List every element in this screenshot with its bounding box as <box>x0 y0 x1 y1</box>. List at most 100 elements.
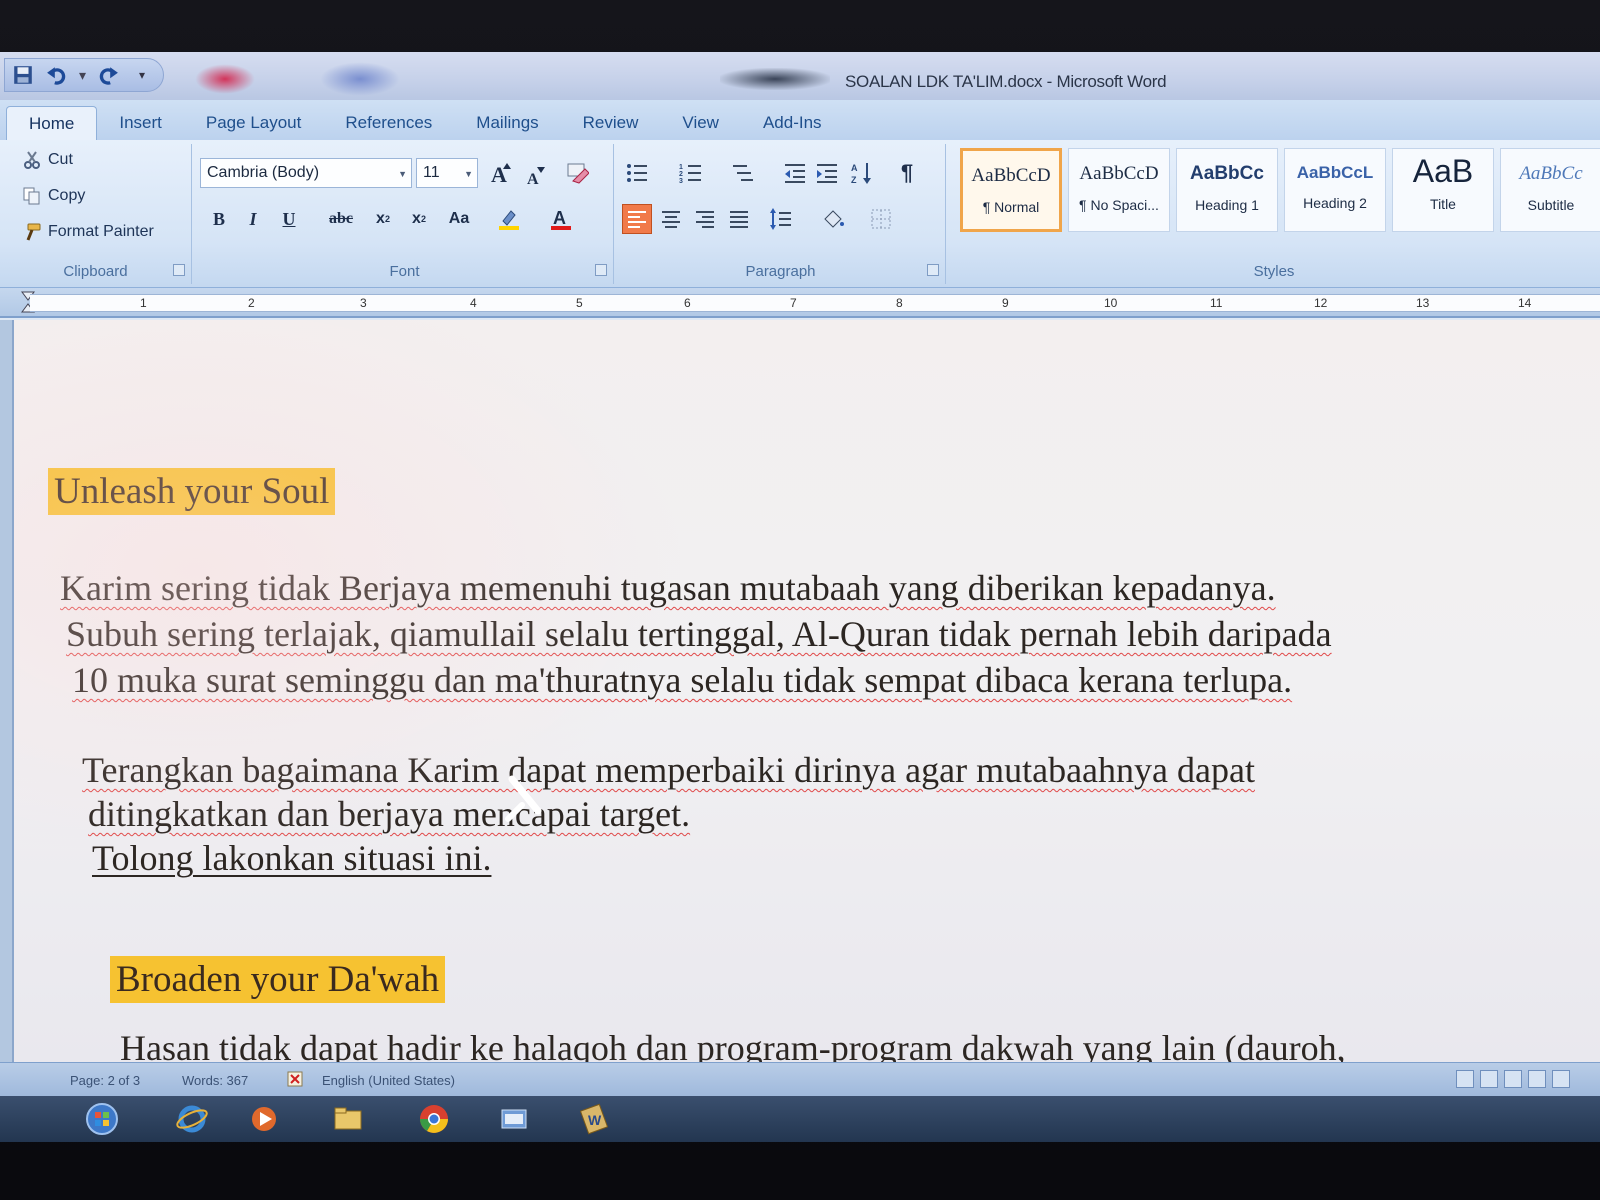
change-case-button[interactable]: Aa <box>444 204 474 234</box>
tab-add-ins[interactable]: Add-Ins <box>741 106 844 140</box>
ruler-number: 4 <box>470 296 477 310</box>
clipboard-dialog-launcher[interactable] <box>173 264 185 276</box>
strikethrough-button[interactable]: abc <box>326 204 356 234</box>
print-layout-view-button[interactable] <box>1456 1070 1474 1088</box>
outline-view-button[interactable] <box>1528 1070 1546 1088</box>
font-color-button[interactable]: A <box>546 204 576 234</box>
web-layout-view-button[interactable] <box>1504 1070 1522 1088</box>
chrome-icon <box>420 1105 448 1133</box>
cut-button[interactable]: Cut <box>22 150 73 170</box>
cut-label: Cut <box>48 151 73 168</box>
ruler-number: 10 <box>1104 296 1118 310</box>
taskbar-explorer[interactable] <box>318 1100 378 1138</box>
font-dialog-launcher[interactable] <box>595 264 607 276</box>
bold-button[interactable]: B <box>204 204 234 234</box>
taskbar-media-player[interactable] <box>234 1100 294 1138</box>
tab-mailings[interactable]: Mailings <box>454 106 560 140</box>
shading-button[interactable] <box>818 204 848 234</box>
copy-button[interactable]: Copy <box>22 186 85 206</box>
taskbar-word[interactable]: W <box>564 1100 624 1138</box>
multilevel-list-button[interactable] <box>728 158 758 188</box>
document-page[interactable]: Unleash your Soul Karim sering tidak Ber… <box>12 320 1600 1062</box>
document-area: Unleash your Soul Karim sering tidak Ber… <box>0 320 1600 1062</box>
redo-icon[interactable] <box>96 63 120 87</box>
styles-group-label: Styles <box>1253 263 1295 280</box>
draft-view-button[interactable] <box>1552 1070 1570 1088</box>
superscript-button[interactable]: x2 <box>404 204 434 234</box>
format-painter-icon <box>26 223 41 241</box>
proofing-error-icon[interactable] <box>287 1071 303 1087</box>
tab-page-layout[interactable]: Page Layout <box>184 106 323 140</box>
line-spacing-button[interactable] <box>766 204 796 234</box>
align-right-icon <box>696 211 714 228</box>
status-language[interactable]: English (United States) <box>322 1073 455 1088</box>
status-word-count[interactable]: Words: 367 <box>182 1073 248 1088</box>
taskbar-ie[interactable] <box>162 1100 222 1138</box>
full-screen-reading-view-button[interactable] <box>1480 1070 1498 1088</box>
style-heading-2[interactable]: AaBbCcL Heading 2 <box>1284 148 1386 232</box>
quick-access-toolbar: ▾ ▾ <box>4 58 164 92</box>
tab-view[interactable]: View <box>660 106 741 140</box>
copy-label: Copy <box>48 187 86 204</box>
customize-toolbar-icon[interactable]: ▾ <box>130 63 154 87</box>
undo-icon[interactable] <box>45 63 69 87</box>
decrease-indent-icon <box>785 164 805 183</box>
undo-dropdown-icon[interactable]: ▾ <box>79 67 86 84</box>
instruction-line: Tolong lakonkan situasi ini. <box>92 838 492 878</box>
borders-button[interactable] <box>866 204 896 234</box>
shrink-font-button[interactable]: A <box>520 160 550 190</box>
ruler-number: 1 <box>140 296 147 310</box>
justify-button[interactable] <box>724 204 754 234</box>
font-size-combobox[interactable]: 11 ▼ <box>416 158 478 188</box>
ruler-number: 14 <box>1518 296 1532 310</box>
view-buttons <box>1456 1070 1570 1088</box>
tab-insert[interactable]: Insert <box>97 106 184 140</box>
decorative-glow <box>720 68 830 90</box>
windows-orb-icon <box>86 1103 118 1135</box>
decrease-indent-button[interactable] <box>780 158 810 188</box>
style-title[interactable]: AaB Title <box>1392 148 1494 232</box>
save-icon[interactable] <box>11 63 35 87</box>
highlight-color-button[interactable] <box>494 204 524 234</box>
tab-references[interactable]: References <box>323 106 454 140</box>
bullets-button[interactable] <box>622 158 652 188</box>
font-name-combobox[interactable]: Cambria (Body) ▼ <box>200 158 412 188</box>
numbering-button[interactable]: 123 <box>676 158 706 188</box>
style-normal[interactable]: AaBbCcD ¶ Normal <box>960 148 1062 232</box>
status-page[interactable]: Page: 2 of 3 <box>70 1073 140 1088</box>
increase-indent-button[interactable] <box>812 158 842 188</box>
paragraph-dialog-launcher[interactable] <box>927 264 939 276</box>
paragraph-group-label: Paragraph <box>745 263 816 280</box>
style-sample: AaBbCc <box>1190 163 1264 184</box>
align-right-button[interactable] <box>690 204 720 234</box>
underline-button[interactable]: U <box>274 204 304 234</box>
style-subtitle[interactable]: AaBbCc Subtitle <box>1500 148 1600 232</box>
subscript-button[interactable]: x2 <box>368 204 398 234</box>
style-heading-1[interactable]: AaBbCc Heading 1 <box>1176 148 1278 232</box>
font-color-icon: A <box>551 208 571 230</box>
start-button[interactable] <box>72 1100 132 1138</box>
tab-review[interactable]: Review <box>561 106 661 140</box>
word-window: ▾ ▾ SOALAN LDK TA'LIM.docx - Microsoft W… <box>0 52 1600 1142</box>
italic-button[interactable]: I <box>238 204 268 234</box>
align-left-button[interactable] <box>622 204 652 234</box>
align-center-button[interactable] <box>656 204 686 234</box>
horizontal-ruler[interactable]: 1 2 3 4 5 6 7 8 9 10 11 12 13 14 <box>0 288 1600 318</box>
show-formatting-marks-button[interactable]: ¶ <box>892 158 922 188</box>
paragraph-group: 123 AZ ¶ Paragraph <box>616 144 946 284</box>
taskbar-app[interactable] <box>484 1100 544 1138</box>
style-no-spacing[interactable]: AaBbCcD ¶ No Spaci... <box>1068 148 1170 232</box>
style-sample: AaBbCcD <box>1079 163 1159 184</box>
chevron-down-icon: ▼ <box>398 169 407 179</box>
sort-button[interactable]: AZ <box>848 158 878 188</box>
shrink-font-icon: A <box>527 167 545 187</box>
ruler-number: 5 <box>576 296 583 310</box>
tab-home[interactable]: Home <box>6 106 98 140</box>
clear-formatting-button[interactable] <box>562 158 592 188</box>
grow-font-button[interactable]: A <box>486 158 516 188</box>
ruler-number: 6 <box>684 296 691 310</box>
format-painter-button[interactable]: Format Painter <box>22 222 154 242</box>
svg-text:3: 3 <box>679 178 683 185</box>
ruler-number: 7 <box>790 296 797 310</box>
taskbar-chrome[interactable] <box>404 1100 464 1138</box>
